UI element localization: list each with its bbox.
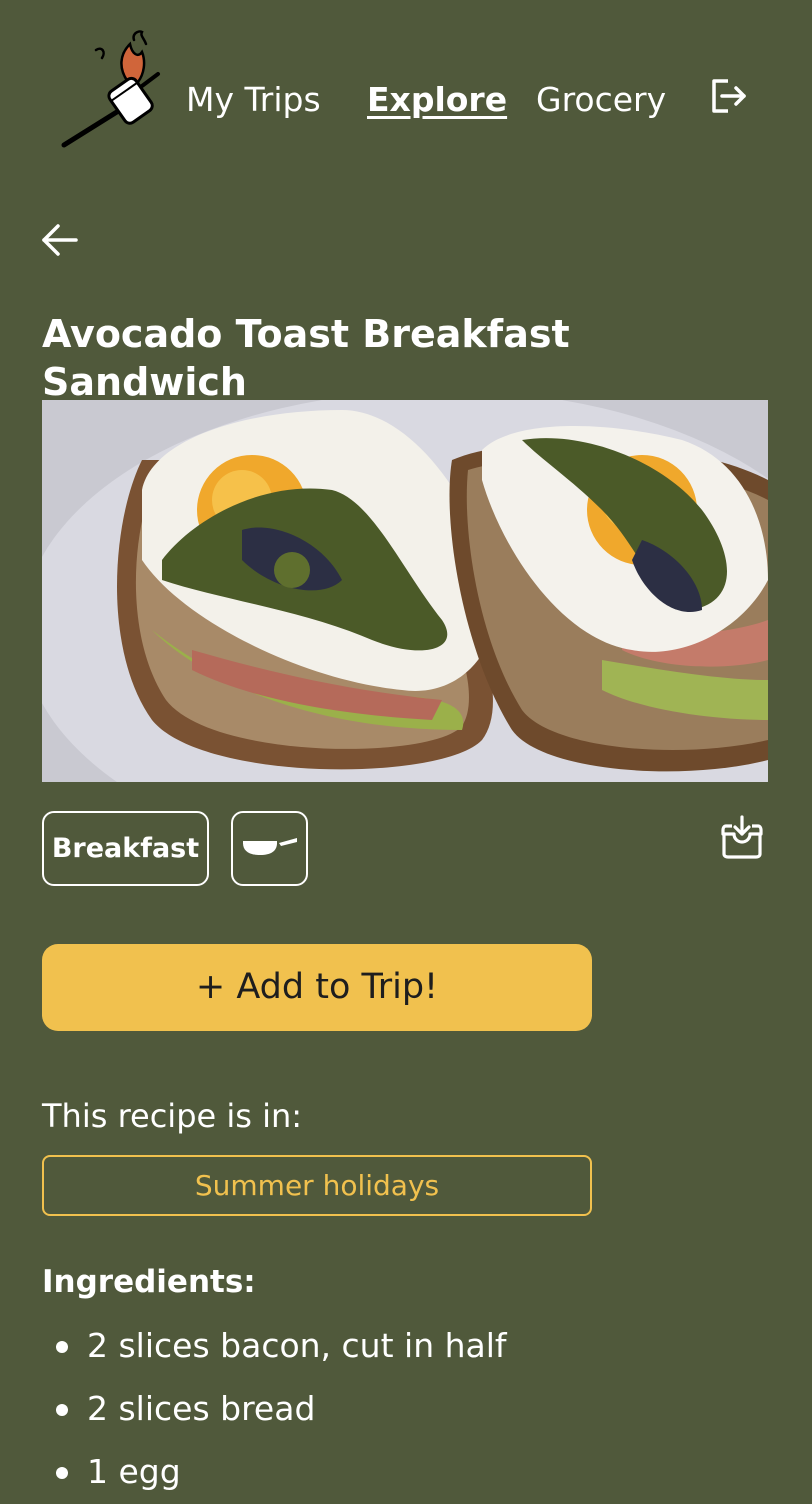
cookware-tag[interactable] bbox=[231, 811, 308, 886]
ingredient-item: 2 slices bacon, cut in half bbox=[42, 1324, 782, 1387]
trip-pill-summer-holidays[interactable]: Summer holidays bbox=[42, 1155, 592, 1216]
recipe-page: My Trips Explore Grocery Avocado Toast B… bbox=[0, 0, 812, 1504]
recipe-in-label: This recipe is in: bbox=[42, 1097, 303, 1135]
save-recipe-icon[interactable] bbox=[718, 814, 766, 860]
add-to-trip-button[interactable]: + Add to Trip! bbox=[42, 944, 592, 1031]
nav-link-my-trips[interactable]: My Trips bbox=[186, 78, 321, 122]
nav-link-explore[interactable]: Explore bbox=[367, 78, 507, 122]
frying-pan-icon bbox=[241, 835, 299, 863]
back-arrow-icon[interactable] bbox=[40, 220, 80, 260]
recipe-photo bbox=[42, 400, 768, 782]
ingredients-heading: Ingredients: bbox=[42, 1264, 256, 1300]
top-nav: My Trips Explore Grocery bbox=[0, 0, 812, 190]
ingredient-item: 2 slices bread bbox=[42, 1387, 782, 1450]
logout-icon[interactable] bbox=[708, 76, 748, 116]
ingredients-list: 2 slices bacon, cut in half 2 slices bre… bbox=[42, 1324, 782, 1504]
marshmallow-logo-icon[interactable] bbox=[58, 30, 168, 152]
nav-link-grocery[interactable]: Grocery bbox=[536, 78, 666, 122]
recipe-title: Avocado Toast Breakfast Sandwich bbox=[42, 312, 570, 404]
ingredient-item: 1 egg bbox=[42, 1450, 782, 1504]
meal-type-tag[interactable]: Breakfast bbox=[42, 811, 209, 886]
